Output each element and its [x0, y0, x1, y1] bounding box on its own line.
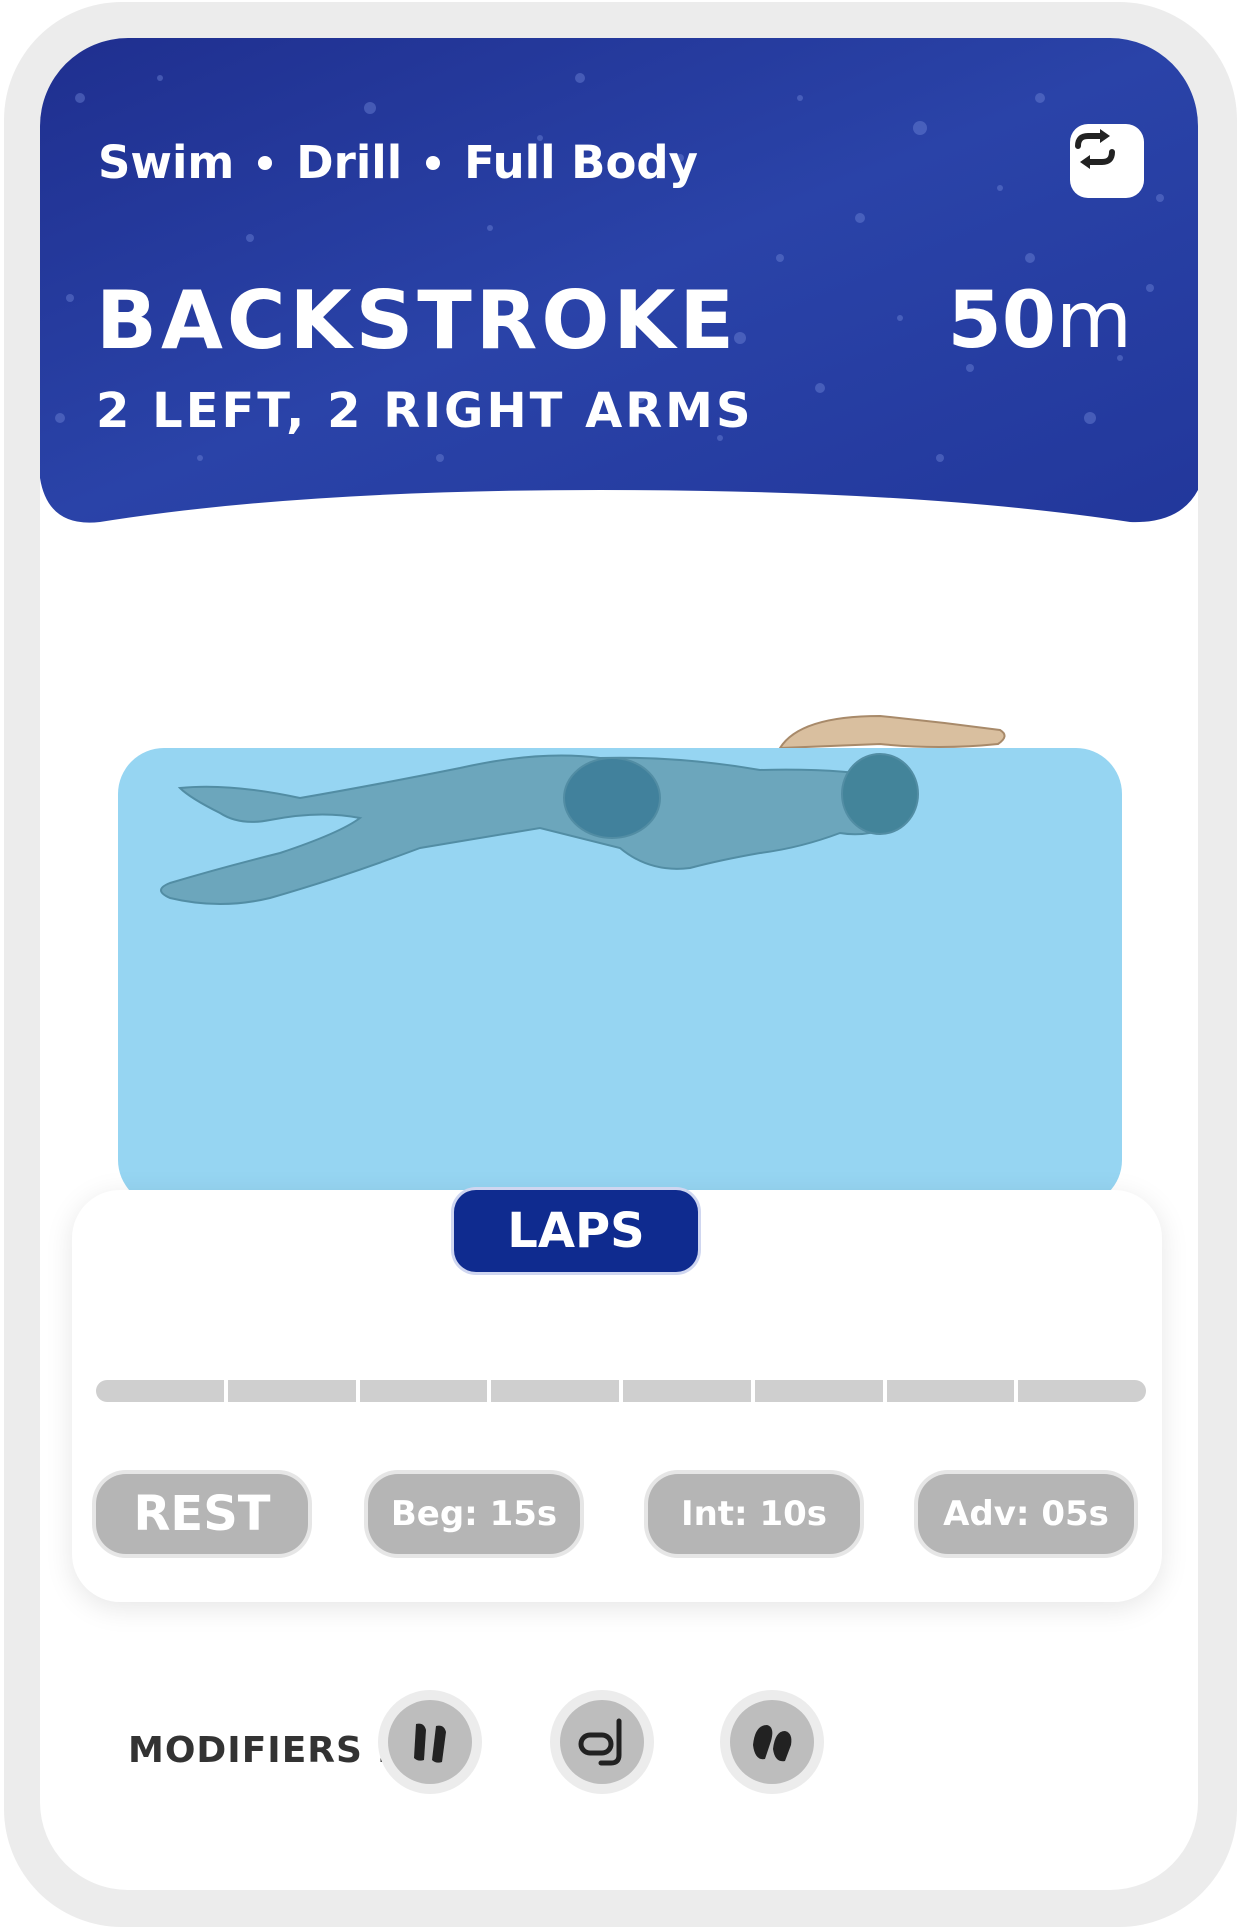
modifier-snorkel-button[interactable] [550, 1690, 654, 1794]
distance-number: 50 [947, 276, 1057, 366]
lap-segment[interactable] [359, 1380, 488, 1402]
modifier-fins-button[interactable] [378, 1690, 482, 1794]
arm-above-water [778, 714, 1006, 750]
modifier-fins-inner [388, 1700, 472, 1784]
tag-full-body: Full Body [464, 136, 698, 189]
lap-segment[interactable] [754, 1380, 883, 1402]
exercise-card: Swim Drill Full Body BACKSTROKE 2 LEFT, … [40, 38, 1198, 1890]
fins-icon [414, 1723, 446, 1763]
lap-segment[interactable] [491, 1380, 619, 1402]
paddles-icon [753, 1725, 792, 1762]
header-banner: Swim Drill Full Body BACKSTROKE 2 LEFT, … [40, 38, 1198, 528]
modifier-paddles-inner [730, 1700, 814, 1784]
rest-intermediate-button[interactable]: Int: 10s [648, 1474, 860, 1554]
rest-advanced-button[interactable]: Adv: 05s [918, 1474, 1134, 1554]
tag-list: Swim Drill Full Body [98, 136, 698, 189]
exercise-title: BACKSTROKE [96, 274, 739, 367]
rest-button[interactable]: REST [96, 1474, 308, 1554]
lap-segment[interactable] [1018, 1380, 1146, 1402]
modifier-paddles-button[interactable] [720, 1690, 824, 1794]
exercise-subtitle: 2 LEFT, 2 RIGHT ARMS [96, 383, 754, 439]
distance-value: 50m [947, 276, 1132, 366]
tag-drill: Drill [296, 136, 403, 189]
tag-separator-dot [426, 155, 441, 170]
lap-segment[interactable] [227, 1380, 356, 1402]
rest-beginner-button[interactable]: Beg: 15s [368, 1474, 580, 1554]
tag-swim: Swim [98, 136, 235, 189]
swimmer-illustration [118, 714, 1122, 1206]
snorkel-icon [578, 1718, 622, 1766]
modifiers-label: MODIFIERS : [128, 1730, 392, 1771]
tag-separator-dot [258, 155, 273, 170]
lap-segment[interactable] [886, 1380, 1015, 1402]
swap-exercise-button[interactable] [1070, 124, 1144, 198]
laps-label: LAPS [454, 1190, 698, 1272]
laps-progress-bar [96, 1380, 1146, 1402]
rest-row: REST Beg: 15s Int: 10s Adv: 05s [96, 1474, 1146, 1558]
distance-unit: m [1056, 276, 1132, 366]
modifier-snorkel-inner [560, 1700, 644, 1784]
repeat-swap-icon [1075, 129, 1115, 169]
lap-segment[interactable] [623, 1380, 751, 1402]
lap-segment[interactable] [96, 1380, 224, 1402]
